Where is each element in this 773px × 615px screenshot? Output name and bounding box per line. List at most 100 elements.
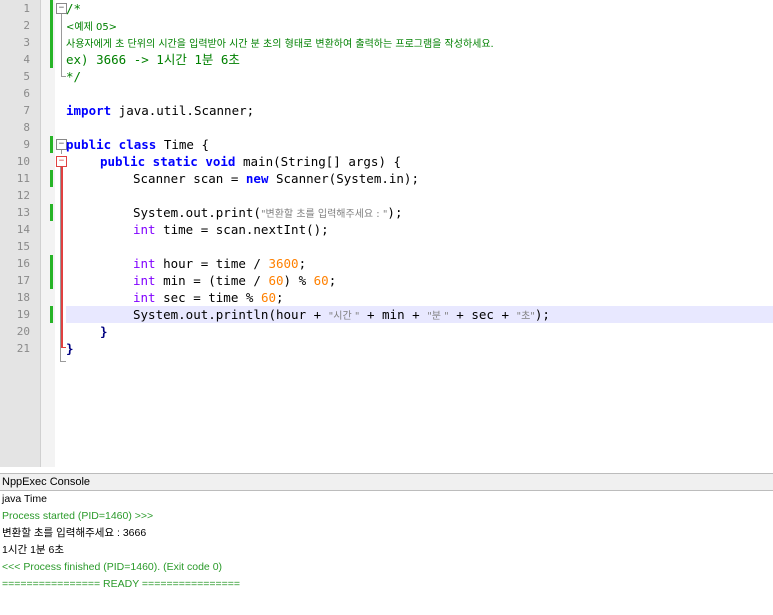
line-number: 7 bbox=[23, 104, 30, 117]
sec-declaration: sec = time % bbox=[155, 290, 261, 305]
fold-line bbox=[61, 150, 62, 154]
comment-task: 사용자에게 초 단위의 시간을 입력받아 시간 분 초의 형태로 변환하여 출력… bbox=[66, 39, 494, 50]
code-line-21: } bbox=[66, 340, 74, 357]
line-number: 11 bbox=[16, 172, 30, 185]
println-call: System.out.println(hour + bbox=[133, 307, 329, 322]
console-line: java Time bbox=[2, 493, 47, 505]
line-number: 17 bbox=[16, 274, 30, 287]
code-line-11: Scanner scan = new Scanner(System.in); bbox=[133, 170, 419, 187]
change-marker bbox=[50, 306, 53, 323]
int-keyword: int bbox=[133, 273, 156, 288]
prompt-string: "변환할 초를 입력해주세요 : " bbox=[260, 209, 388, 220]
fold-margin bbox=[41, 0, 55, 467]
line-number: 3 bbox=[23, 36, 30, 49]
close-brace: } bbox=[100, 324, 108, 339]
min-declaration-mod: ) % bbox=[283, 273, 314, 288]
semicolon: ; bbox=[328, 273, 337, 288]
console-title: NppExec Console bbox=[0, 473, 773, 491]
number-literal: 60 bbox=[313, 273, 329, 288]
class-name: Time { bbox=[156, 137, 209, 152]
line-number: 14 bbox=[16, 223, 30, 236]
code-line-2: <예제 05> bbox=[66, 17, 117, 34]
scanner-constructor: Scanner(System.in); bbox=[268, 171, 419, 186]
code-line-10: public static void main(String[] args) { bbox=[100, 153, 401, 170]
int-keyword: int bbox=[133, 222, 156, 237]
fold-line bbox=[61, 14, 62, 76]
fold-toggle-icon[interactable]: − bbox=[56, 156, 67, 167]
time-declaration: time = scan.nextInt(); bbox=[155, 222, 329, 237]
console-line: 변환할 초를 입력해주세요 : 3666 bbox=[2, 527, 147, 539]
int-keyword: int bbox=[133, 290, 156, 305]
print-end: ); bbox=[387, 205, 403, 220]
console-line: <<< Process finished (PID=1460). (Exit c… bbox=[2, 561, 223, 573]
line-number: 9 bbox=[23, 138, 30, 151]
min-declaration: min = (time / bbox=[155, 273, 269, 288]
console-output[interactable]: java Time Process started (PID=1460) >>>… bbox=[0, 491, 773, 615]
line-number: 20 bbox=[16, 325, 30, 338]
semicolon: ; bbox=[276, 290, 284, 305]
change-marker bbox=[50, 255, 53, 289]
code-line-5: */ bbox=[66, 68, 81, 85]
console-line: 1시간 1분 6초 bbox=[2, 544, 64, 556]
number-literal: 60 bbox=[268, 273, 284, 288]
comment-example: ex) 3666 -> 1시간 1분 6초 bbox=[66, 52, 240, 67]
print-call: System.out.print( bbox=[133, 205, 261, 220]
comment-title: <예제 05> bbox=[66, 22, 118, 33]
code-editor[interactable]: 1 2 3 4 5 6 7 8 9 10 11 12 13 14 15 16 1… bbox=[0, 0, 773, 467]
import-path: java.util.Scanner; bbox=[111, 103, 255, 118]
console-line: Process started (PID=1460) >>> bbox=[2, 510, 154, 522]
sec-string: "초" bbox=[516, 311, 535, 322]
line-number: 12 bbox=[16, 189, 30, 202]
import-keyword: import bbox=[66, 103, 112, 118]
semicolon: ; bbox=[298, 256, 307, 271]
comment-open: /* bbox=[66, 1, 82, 16]
line-number: 10 bbox=[16, 155, 30, 168]
code-line-3: 사용자에게 초 단위의 시간을 입력받아 시간 분 초의 형태로 변환하여 출력… bbox=[66, 34, 494, 51]
line-number: 16 bbox=[16, 257, 30, 270]
line-number: 4 bbox=[23, 53, 30, 66]
code-line-13: System.out.print("변환할 초를 입력해주세요 : "); bbox=[133, 204, 402, 221]
code-line-9: public class Time { bbox=[66, 136, 209, 153]
main-signature: main(String[] args) { bbox=[235, 154, 402, 169]
line-number: 13 bbox=[16, 206, 30, 219]
code-line-19: System.out.println(hour + "시간 " + min + … bbox=[133, 306, 550, 323]
class-keyword: public class bbox=[66, 137, 157, 152]
code-line-7: import java.util.Scanner; bbox=[66, 102, 254, 119]
plus-sec: + sec + bbox=[448, 307, 517, 322]
console-line: ================ READY ================ bbox=[2, 578, 241, 590]
int-keyword: int bbox=[133, 256, 156, 271]
line-number: 15 bbox=[16, 240, 30, 253]
line-number: 2 bbox=[23, 19, 30, 32]
main-modifiers: public static void bbox=[100, 154, 236, 169]
code-line-18: int sec = time % 60; bbox=[133, 289, 284, 306]
line-number: 5 bbox=[23, 70, 30, 83]
line-number: 6 bbox=[23, 87, 30, 100]
comment-close: */ bbox=[66, 69, 82, 84]
number-literal: 60 bbox=[260, 290, 276, 305]
close-brace: } bbox=[66, 341, 74, 356]
code-line-4: ex) 3666 -> 1시간 1분 6초 bbox=[66, 51, 240, 68]
plus-min: + min + bbox=[359, 307, 428, 322]
hour-declaration: hour = time / bbox=[155, 256, 269, 271]
code-line-17: int min = (time / 60) % 60; bbox=[133, 272, 336, 289]
new-keyword: new bbox=[245, 171, 269, 186]
line-number: 8 bbox=[23, 121, 30, 134]
line-number: 18 bbox=[16, 291, 30, 304]
line-number: 21 bbox=[16, 342, 30, 355]
change-marker bbox=[50, 204, 53, 221]
code-line-1: /* bbox=[66, 0, 81, 17]
code-line-20: } bbox=[100, 323, 108, 340]
line-number: 1 bbox=[23, 2, 30, 15]
line-number: 19 bbox=[16, 308, 30, 321]
fold-line bbox=[60, 167, 61, 362]
code-line-16: int hour = time / 3600; bbox=[133, 255, 306, 272]
min-string: "분 " bbox=[427, 311, 449, 322]
active-fold-line bbox=[61, 167, 63, 348]
change-marker bbox=[50, 170, 53, 187]
code-line-14: int time = scan.nextInt(); bbox=[133, 221, 329, 238]
scanner-declaration: Scanner scan = bbox=[133, 171, 246, 186]
change-marker bbox=[50, 136, 53, 153]
number-literal: 3600 bbox=[268, 256, 299, 271]
println-end: ); bbox=[534, 307, 550, 322]
hour-string: "시간 " bbox=[328, 311, 360, 322]
